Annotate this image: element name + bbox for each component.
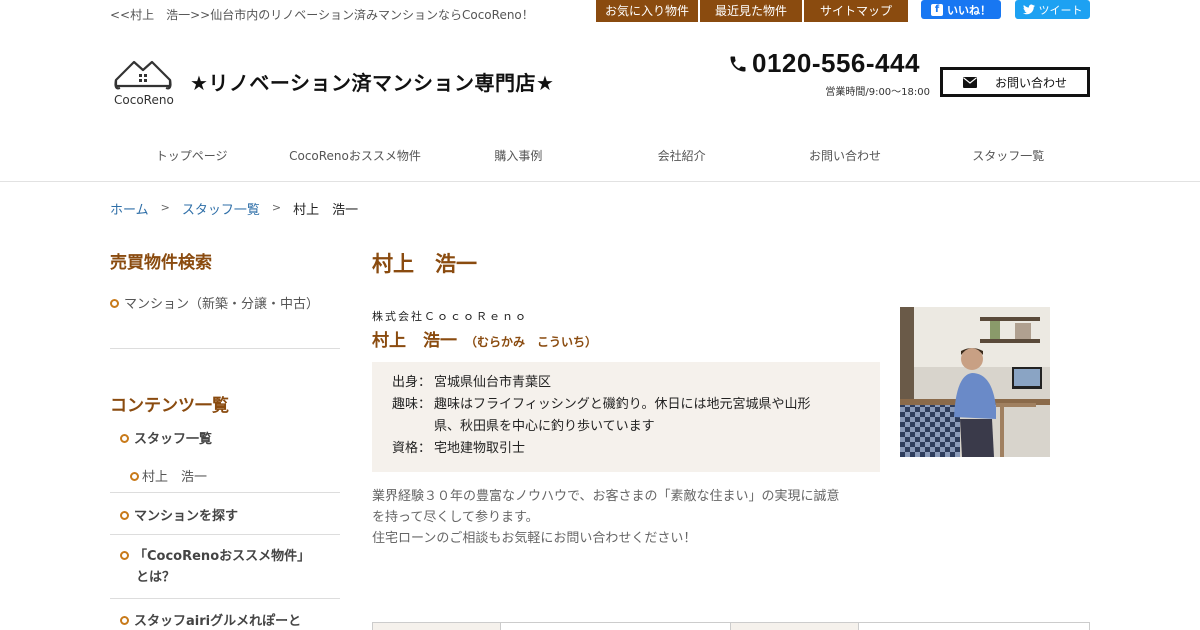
phone-number[interactable]: 0120-556-444 [752,48,920,79]
sidebar-item-recommend[interactable]: 「CocoRenoおススメ物件」 とは？ [120,546,310,588]
business-hours: 営業時間/9:00～18:00 [825,87,930,98]
phone-block: 0120-556-444 [728,48,920,79]
nav-recommend[interactable]: CocoRenoおススメ物件 [273,140,436,172]
contact-button-label: お問い合わせ [994,75,1067,90]
sidebar-divider [110,598,340,599]
nav-contact[interactable]: お問い合わせ [763,140,926,172]
twitter-tweet-label: ツイート [1038,3,1083,17]
bullet-icon [110,299,119,308]
breadcrumb: ホーム > スタッフ一覧 > 村上 浩一 [110,199,358,218]
search-heading: 売買物件検索 [110,253,212,273]
staff-photo [900,307,1050,457]
profile-label: 資格： [392,441,432,456]
breadcrumb-current: 村上 浩一 [293,203,359,218]
staff-name-kana: （むらかみ こういち） [465,335,598,349]
envelope-icon [962,76,977,88]
sidebar-item-staff-list[interactable]: スタッフ一覧 [120,428,212,447]
page-title: 村上 浩一 [372,252,477,276]
profile-license: 資格： 宅地建物取引士 [392,438,860,460]
search-mansion-link[interactable]: マンション（新築・分譲・中古） [110,293,319,312]
profile-value: 趣味はフライフィッシングと磯釣り。休日には地元宮城県や山形 県、秋田県を中心に釣り… [434,397,811,434]
nav-staff[interactable]: スタッフ一覧 [927,140,1090,172]
logo-text: CocoReno [114,93,174,107]
profile-value: 宅地建物取引士 [434,441,526,456]
sidebar-item-label: マンションを探す [134,509,239,524]
breadcrumb-separator: > [160,201,170,214]
sidebar-item-label: とは？ [136,570,176,585]
breadcrumb-separator: > [271,201,282,214]
table-cell [501,623,731,630]
main-nav: トップページ CocoRenoおススメ物件 購入事例 会社紹介 お問い合わせ ス… [110,140,1090,172]
bullet-icon [120,616,129,625]
profile-value: 宮城県仙台市青葉区 [434,375,552,390]
site-title: ★リノベーション済マンション専門店★ [190,71,555,95]
contents-heading: コンテンツ一覧 [110,396,229,416]
staff-bio: 業界経験３０年の豊富なノウハウで、お客さまの「素敵な住まい」の実現に誠意 を持っ… [372,489,840,546]
sidebar-item-label: スタッフairiグルメれぽーと [134,614,302,629]
breadcrumb-staff-list[interactable]: スタッフ一覧 [182,199,260,218]
facebook-like-button[interactable]: f いいね！ [921,0,1001,19]
staff-name-text: 村上 浩一 [372,331,457,351]
nav-company[interactable]: 会社紹介 [600,140,763,172]
sidebar-divider [110,348,340,349]
header-tagline: <<村上 浩一>>仙台市内のリノベーション済みマンションならCocoReno！ [110,8,534,22]
profile-hobby: 趣味： 趣味はフライフィッシングと磯釣り。休日には地元宮城県や山形 県、秋田県を中… [392,394,860,438]
sitemap-link[interactable]: サイトマップ [804,0,908,22]
profile-box: 出身： 宮城県仙台市青葉区 趣味： 趣味はフライフィッシングと磯釣り。休日には地… [372,362,880,472]
contact-button[interactable]: お問い合わせ [940,67,1090,97]
nav-cases[interactable]: 購入事例 [437,140,600,172]
recently-viewed-link[interactable]: 最近見た物件 [700,0,802,22]
sidebar-item-label: 村上 浩一 [142,470,208,485]
bottom-table [372,622,1090,630]
breadcrumb-home[interactable]: ホーム [110,199,149,218]
facebook-icon: f [931,3,943,16]
staff-name: 村上 浩一 （むらかみ こういち） [372,326,597,351]
sidebar-item-gourmet[interactable]: スタッフairiグルメれぽーと [120,610,301,629]
company-name: 株式会社ＣｏｃｏＲｅｎｏ [372,310,528,323]
sidebar-divider [110,492,340,493]
sidebar-item-label: 「CocoRenoおススメ物件」 [134,549,311,564]
sidebar-item-find-mansion[interactable]: マンションを探す [120,505,238,524]
sidebar-item-label: スタッフ一覧 [134,432,213,447]
table-cell [731,623,859,630]
table-cell [859,623,1089,630]
profile-label: 趣味： [392,397,432,412]
sidebar-divider [110,534,340,535]
twitter-bird-icon [1022,4,1035,15]
bullet-icon [120,551,129,560]
table-cell [373,623,501,630]
profile-label: 出身： [392,375,432,390]
favorites-link[interactable]: お気に入り物件 [596,0,698,22]
profile-origin: 出身： 宮城県仙台市青葉区 [392,372,860,394]
nav-top[interactable]: トップページ [110,140,273,172]
main-content: 村上 浩一 株式会社ＣｏｃｏＲｅｎｏ 村上 浩一 （むらかみ こういち） 出身： … [372,248,1090,546]
top-links: お気に入り物件 最近見た物件 サイトマップ [596,0,908,22]
facebook-like-label: いいね！ [947,3,991,17]
bullet-icon [120,511,129,520]
phone-icon [730,56,746,71]
search-mansion-label: マンション（新築・分譲・中古） [124,297,320,312]
twitter-tweet-button[interactable]: ツイート [1015,0,1090,19]
sidebar-item-staff-current[interactable]: 村上 浩一 [130,466,207,485]
nav-divider [0,181,1200,182]
bullet-icon [120,434,129,443]
bullet-icon [130,472,139,481]
